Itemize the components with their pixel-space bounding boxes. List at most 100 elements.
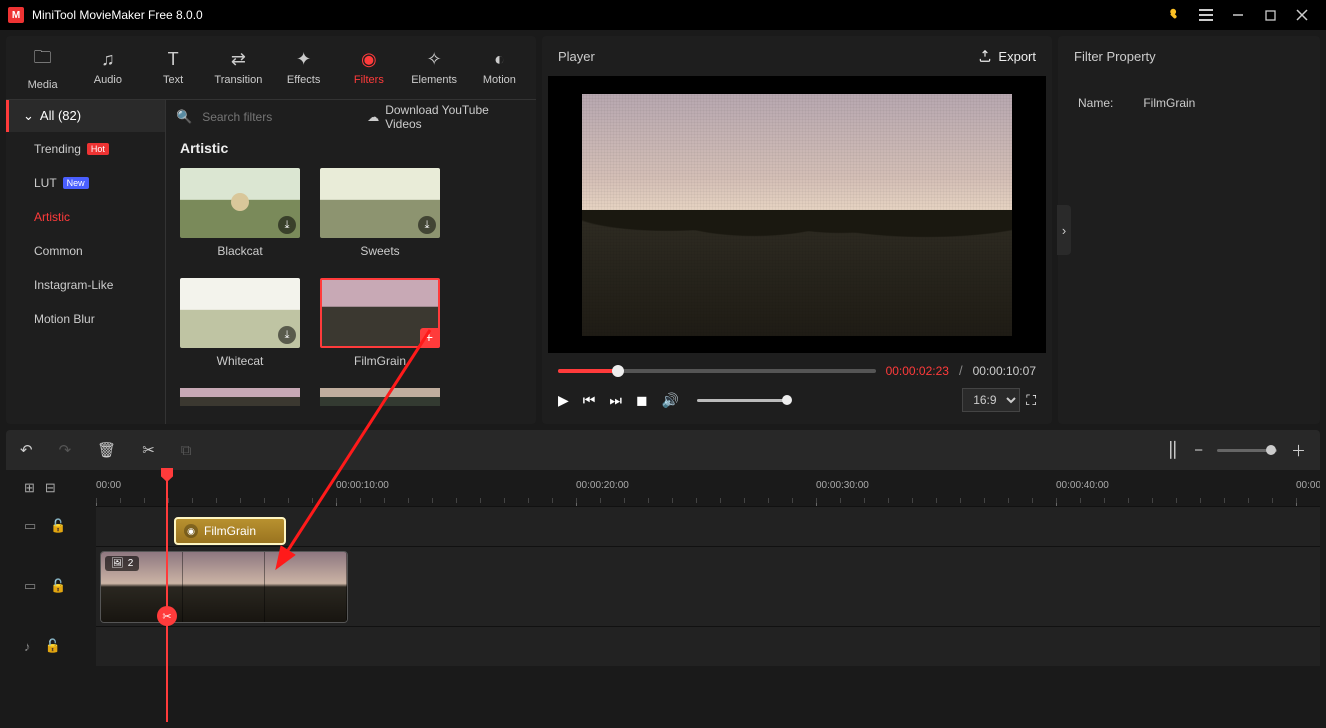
tab-filters[interactable]: ◉Filters [336, 36, 401, 99]
filter-grid: ⤓ Blackcat ⤓ Sweets ⤓ Whitecat + FilmGra… [166, 162, 536, 412]
volume-slider[interactable] [697, 399, 787, 402]
snap-icon[interactable]: ⎥⎢ [1165, 441, 1180, 459]
prop-name-label: Name: [1078, 96, 1113, 110]
library-tabbar: 🗀Media ♫Audio TText ⇄Transition ✦Effects… [6, 36, 536, 100]
cloud-download-icon: ☁ [367, 110, 379, 124]
search-row: 🔍 ☁Download YouTube Videos [166, 100, 536, 134]
motion-icon: ◐ [494, 49, 505, 70]
add-icon[interactable]: + [420, 328, 438, 346]
category-motionblur[interactable]: Motion Blur [6, 302, 165, 336]
filter-clip-icon: ◉ [184, 524, 198, 538]
timeline-toolbar: ↶ ↷ 🗑 ✂ ⧉ ⎥⎢ − ＋ [6, 430, 1320, 470]
music-icon: ♪ [24, 639, 31, 654]
lock-icon[interactable]: 🔓 [50, 518, 66, 534]
category-artistic[interactable]: Artistic [6, 200, 165, 234]
category-trending[interactable]: TrendingHot [6, 132, 165, 166]
player-title: Player [558, 49, 595, 64]
next-button[interactable]: ⏭ [609, 392, 622, 409]
effects-icon: ✦ [296, 49, 311, 70]
aspect-select[interactable]: 16:9 [962, 388, 1020, 412]
video-track: ▭ 🔓 🖼2 [6, 546, 1320, 626]
app-logo: M [8, 7, 24, 23]
tab-motion[interactable]: ◐Motion [467, 36, 532, 99]
filter-filmgrain[interactable]: + [320, 278, 440, 348]
download-icon[interactable]: ⤓ [418, 216, 436, 234]
undo-button[interactable]: ↶ [20, 441, 33, 459]
playhead[interactable]: ✂ [166, 470, 168, 722]
app-title: MiniTool MovieMaker Free 8.0.0 [32, 8, 1158, 22]
upgrade-icon[interactable] [1158, 0, 1190, 30]
filter-clip[interactable]: ◉ FilmGrain [174, 517, 286, 545]
download-icon[interactable]: ⤓ [278, 216, 296, 234]
tab-text[interactable]: TText [141, 36, 206, 99]
category-sidebar: ⌄All (82) TrendingHot LUTNew Artistic Co… [6, 100, 166, 424]
category-common[interactable]: Common [6, 234, 165, 268]
time-current: 00:00:02:23 [886, 364, 949, 378]
search-input[interactable] [202, 110, 357, 124]
play-button[interactable]: ▶ [558, 392, 569, 409]
menu-icon[interactable] [1190, 0, 1222, 30]
zoom-slider[interactable] [1217, 449, 1277, 452]
progress-slider[interactable] [558, 369, 876, 373]
filter-sweets[interactable]: ⤓ [320, 168, 440, 238]
property-panel: Filter Property Name: FilmGrain › [1058, 36, 1320, 424]
add-track-icon[interactable]: ⊞ [24, 480, 35, 496]
maximize-icon[interactable] [1254, 0, 1286, 30]
filter-partial[interactable] [180, 388, 300, 406]
filter-whitecat[interactable]: ⤓ [180, 278, 300, 348]
delete-button[interactable]: 🗑 [97, 441, 116, 459]
tab-effects[interactable]: ✦Effects [271, 36, 336, 99]
remove-track-icon[interactable]: ⊟ [45, 480, 56, 496]
volume-icon[interactable]: 🔊 [662, 392, 679, 409]
elements-icon: ✧ [427, 49, 442, 70]
close-icon[interactable] [1286, 0, 1318, 30]
filter-partial[interactable] [320, 388, 440, 406]
split-icon[interactable]: ✂ [157, 606, 177, 626]
prop-name-value: FilmGrain [1143, 96, 1195, 110]
track-icon: ▭ [24, 578, 36, 594]
category-lut[interactable]: LUTNew [6, 166, 165, 200]
filter-blackcat[interactable]: ⤓ [180, 168, 300, 238]
tab-media[interactable]: 🗀Media [10, 36, 75, 99]
player-panel: Player Export 00:00:02:23 / 00:00:10:07 … [542, 36, 1052, 424]
timeline: ⊞ ⊟ 00:0000:00:10:0000:00:20:0000:00:30:… [6, 470, 1320, 722]
titlebar: M MiniTool MovieMaker Free 8.0.0 [0, 0, 1326, 30]
zoom-out-button[interactable]: − [1194, 442, 1203, 459]
text-icon: T [168, 49, 179, 70]
crop-button[interactable]: ⧉ [181, 442, 192, 459]
export-button[interactable]: Export [978, 49, 1036, 64]
stop-button[interactable]: ◼ [636, 392, 648, 409]
music-icon: ♫ [101, 49, 115, 70]
section-title: Artistic [166, 134, 536, 162]
timeline-ruler[interactable]: ⊞ ⊟ 00:0000:00:10:0000:00:20:0000:00:30:… [6, 470, 1320, 506]
tab-audio[interactable]: ♫Audio [75, 36, 140, 99]
video-clip[interactable]: 🖼2 [100, 551, 348, 623]
prev-button[interactable]: ⏮ [583, 392, 596, 409]
preview-screen[interactable] [548, 76, 1046, 353]
search-icon: 🔍 [176, 109, 192, 125]
transition-icon: ⇄ [231, 49, 246, 70]
download-youtube-link[interactable]: ☁Download YouTube Videos [367, 103, 526, 131]
category-all[interactable]: ⌄All (82) [6, 100, 165, 132]
tab-transition[interactable]: ⇄Transition [206, 36, 271, 99]
category-instagram[interactable]: Instagram-Like [6, 268, 165, 302]
cut-button[interactable]: ✂ [142, 441, 155, 459]
audio-track: ♪🔓 [6, 626, 1320, 666]
minimize-icon[interactable] [1222, 0, 1254, 30]
redo-button[interactable]: ↷ [59, 441, 72, 459]
zoom-in-button[interactable]: ＋ [1291, 440, 1306, 461]
track-icon: ▭ [24, 518, 36, 534]
lock-icon[interactable]: 🔓 [45, 638, 61, 654]
filter-track: ▭ 🔓 ◉ FilmGrain [6, 506, 1320, 546]
download-icon[interactable]: ⤓ [278, 326, 296, 344]
tab-elements[interactable]: ✧Elements [402, 36, 467, 99]
chevron-down-icon: ⌄ [23, 108, 34, 123]
badge-hot: Hot [87, 143, 109, 155]
clip-badge: 🖼2 [105, 556, 139, 571]
panel-expand-icon[interactable]: › [1057, 205, 1071, 255]
folder-icon: 🗀 [34, 45, 52, 75]
export-icon [978, 49, 992, 63]
lock-icon[interactable]: 🔓 [50, 578, 66, 594]
fullscreen-icon[interactable]: ⛶ [1026, 392, 1036, 409]
library-panel: 🗀Media ♫Audio TText ⇄Transition ✦Effects… [6, 36, 536, 424]
